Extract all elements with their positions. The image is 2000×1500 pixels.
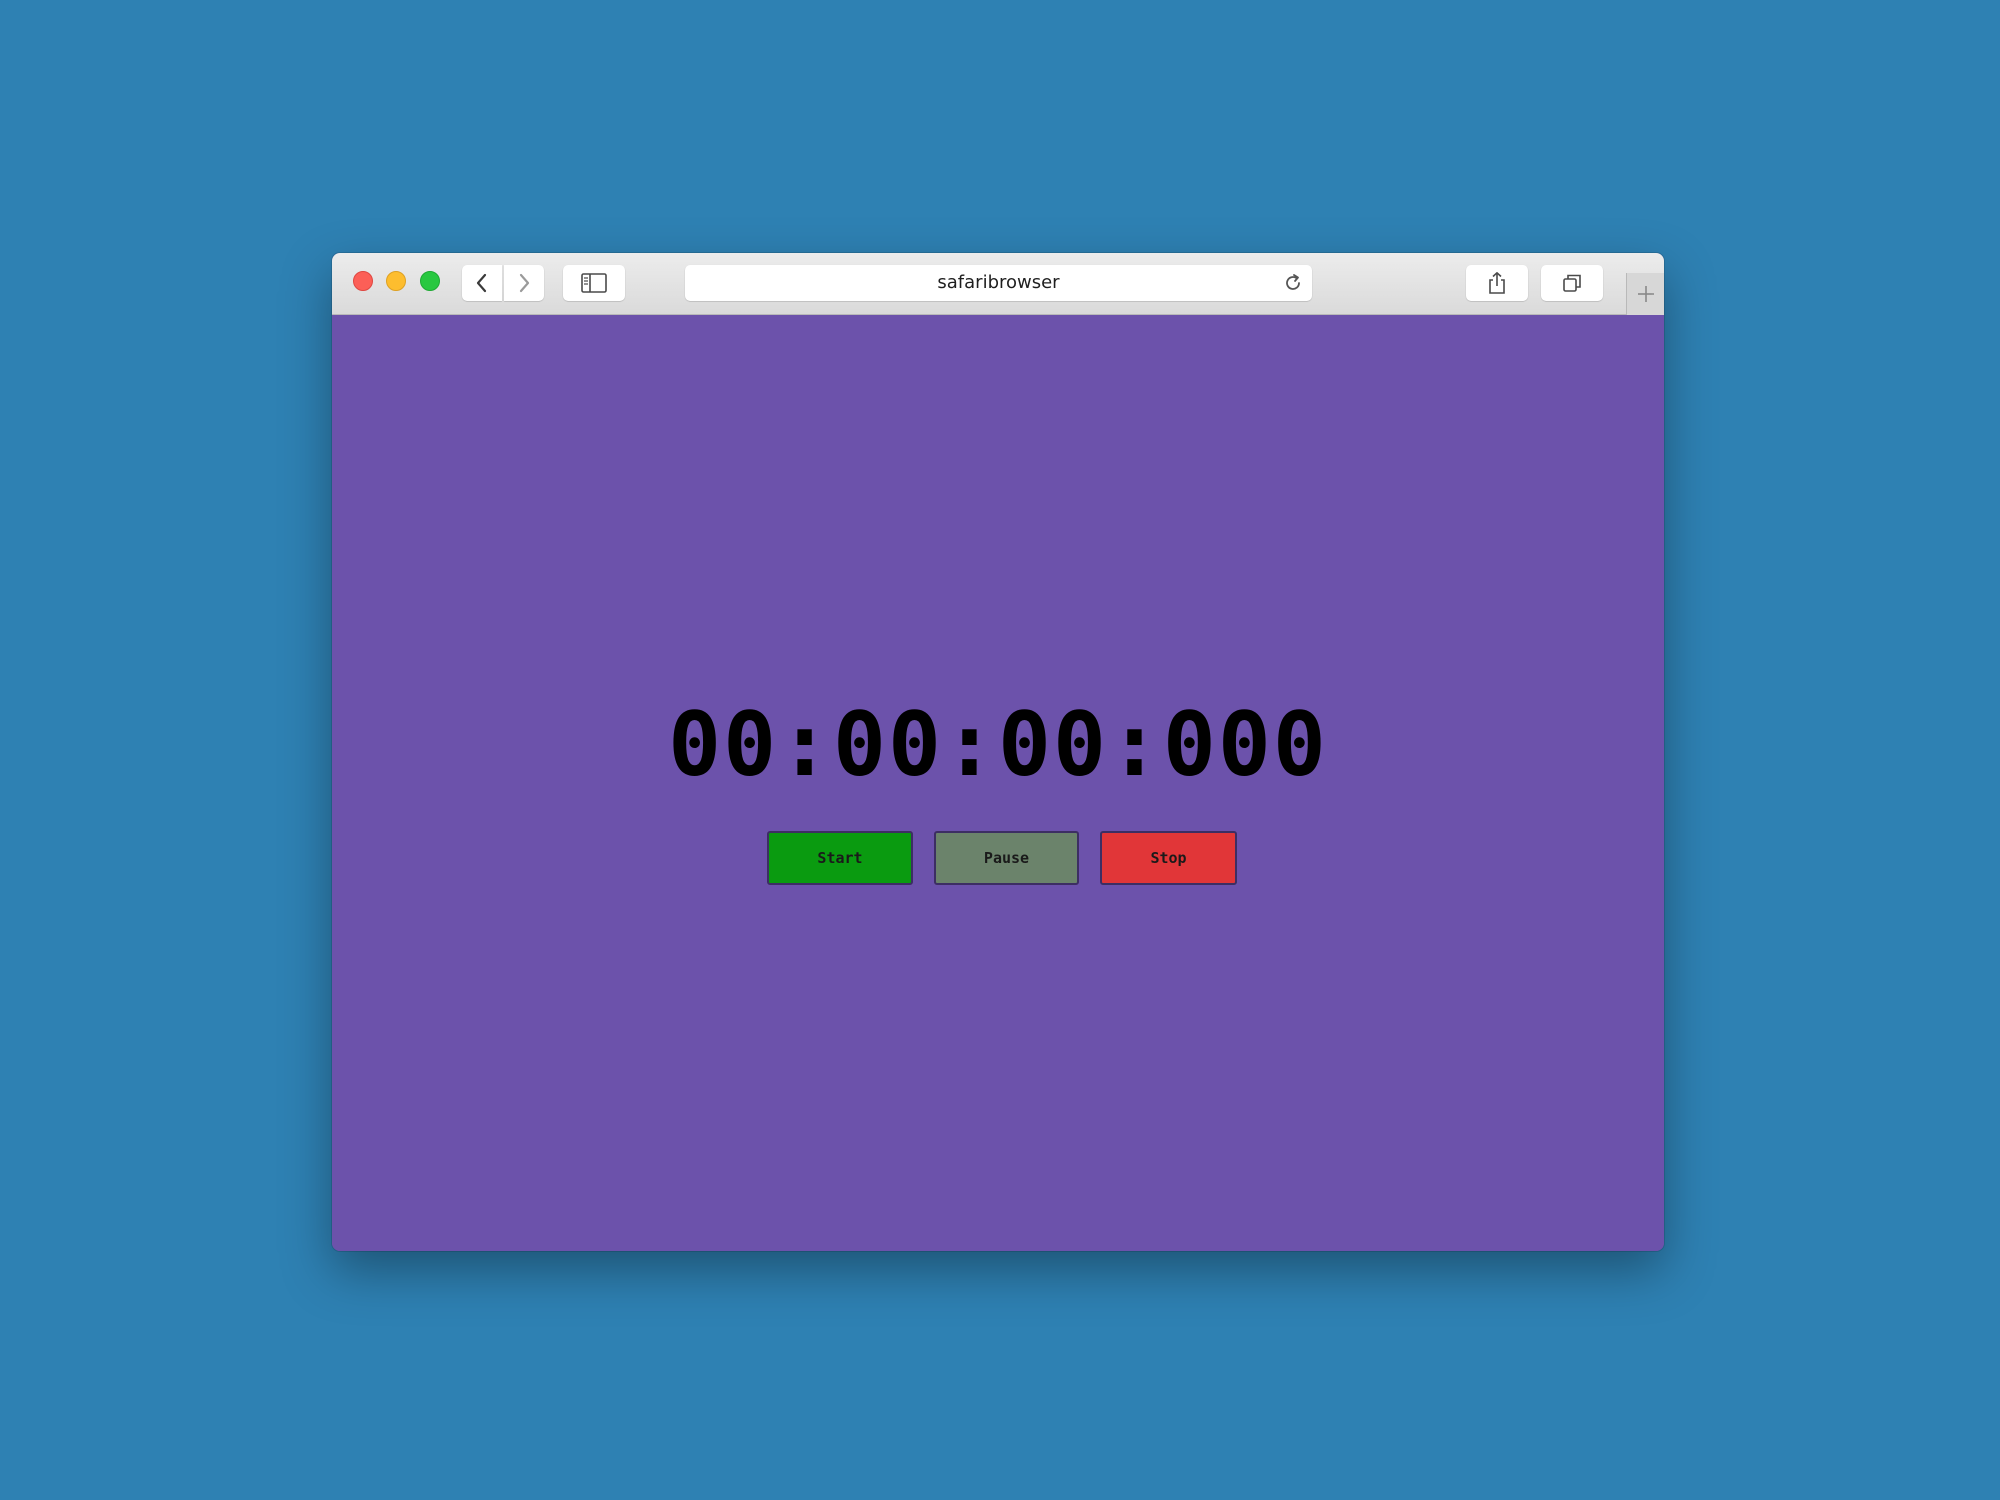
address-bar[interactable]: safaribrowser [685,265,1312,301]
stopwatch-display: 00:00:00:000 [668,693,1328,796]
back-button[interactable] [462,265,502,301]
stop-button[interactable]: Stop [1100,831,1237,885]
reload-icon[interactable] [1282,272,1304,294]
plus-icon [1638,286,1654,302]
chevron-right-icon [519,273,530,293]
sidebar-toggle-button[interactable] [563,265,625,301]
zoom-window-button[interactable] [420,271,440,291]
tabs-overview-button[interactable] [1541,265,1603,301]
pause-button[interactable]: Pause [934,831,1079,885]
new-tab-button[interactable] [1626,273,1664,315]
chevron-left-icon [476,273,487,293]
forward-button[interactable] [504,265,544,301]
share-icon [1489,272,1505,294]
minimize-window-button[interactable] [386,271,406,291]
close-window-button[interactable] [353,271,373,291]
start-button[interactable]: Start [767,831,913,885]
address-text: safaribrowser [937,272,1060,293]
share-button[interactable] [1466,265,1528,301]
browser-toolbar: safaribrowser [332,253,1664,315]
page-content: 00:00:00:000 Start Pause Stop [332,315,1664,1251]
sidebar-icon [581,273,607,293]
browser-window: safaribrowser 00:00:00:000 Start Pause S… [332,253,1664,1251]
tabs-overview-icon [1563,274,1581,292]
